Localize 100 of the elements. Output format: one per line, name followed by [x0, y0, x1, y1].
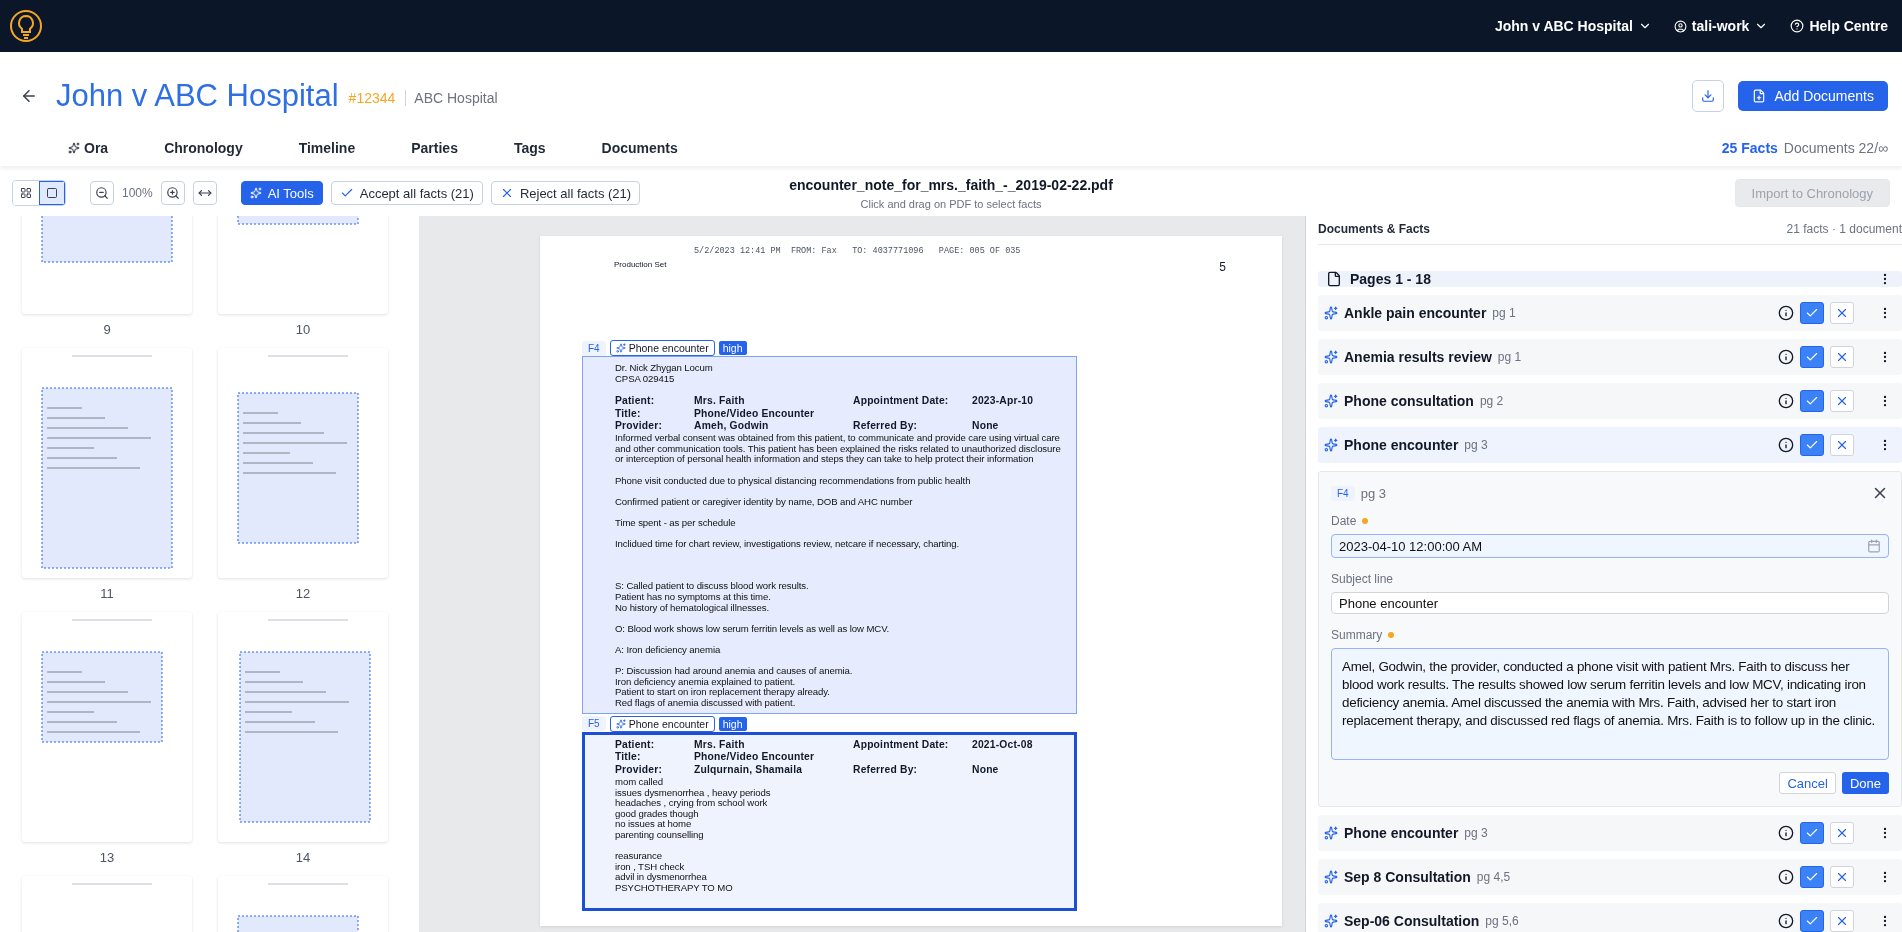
info-icon[interactable] — [1778, 305, 1794, 321]
file-plus-icon — [1752, 89, 1767, 103]
cancel-button[interactable]: Cancel — [1779, 772, 1836, 794]
panel-title: Documents & Facts — [1318, 222, 1431, 236]
fact-row[interactable]: Phone consultation pg 2 — [1318, 383, 1902, 419]
field-label: Patient: — [615, 394, 656, 408]
accept-button[interactable] — [1800, 910, 1824, 932]
add-documents-button[interactable]: Add Documents — [1738, 81, 1888, 111]
fact-label[interactable]: Phone encounter — [609, 715, 715, 732]
sparkle-icon — [1324, 438, 1338, 452]
document-text: Patient has no symptoms at this time. — [615, 592, 772, 603]
accept-button[interactable] — [1800, 346, 1824, 368]
field-value: None — [972, 764, 1000, 777]
nav-tab[interactable]: Timeline — [298, 140, 356, 156]
fact-row[interactable]: Sep 8 Consultation pg 4,5 — [1318, 859, 1902, 895]
done-button[interactable]: Done — [1841, 772, 1889, 794]
help-icon — [1790, 19, 1805, 33]
sparkle-icon — [1324, 306, 1338, 320]
page-reference: pg 1 — [1492, 306, 1517, 320]
logo-icon[interactable] — [8, 8, 44, 44]
single-page-view-button[interactable] — [39, 181, 65, 205]
fact-label[interactable]: Phone encounter — [609, 340, 715, 356]
reject-button[interactable] — [1830, 302, 1854, 324]
reject-button[interactable] — [1830, 434, 1854, 456]
fact-row[interactable]: Ankle pain encounter pg 1 — [1318, 295, 1902, 331]
download-button[interactable] — [1692, 80, 1725, 112]
document-group[interactable]: Pages 1 - 18 — [1318, 271, 1902, 287]
reject-button[interactable] — [1830, 910, 1854, 932]
field-label: Summary — [1331, 628, 1889, 642]
fact-title: Phone encounter — [1344, 825, 1459, 841]
document-text: Iron deficiency anemia explained to patient. — [615, 676, 797, 688]
page-thumbnail[interactable] — [218, 348, 388, 578]
info-icon[interactable] — [1778, 393, 1794, 409]
fact-highlight[interactable] — [582, 731, 1077, 911]
accept-button[interactable] — [1800, 822, 1824, 844]
field-value: Phone/Video Encounter — [694, 751, 816, 765]
nav-tab[interactable]: Tags — [513, 140, 546, 156]
fact-row[interactable]: Phone encounter pg 3 — [1318, 815, 1902, 851]
accept-button[interactable] — [1800, 390, 1824, 412]
nav-tab[interactable]: Documents — [601, 140, 678, 156]
info-icon[interactable] — [1778, 869, 1794, 885]
close-icon — [1835, 870, 1849, 884]
info-icon[interactable] — [1778, 437, 1794, 453]
client-name: ABC Hospital — [405, 90, 498, 106]
case-menu[interactable]: John v ABC Hospital — [1494, 18, 1652, 34]
date-field[interactable]: 2023-04-10 12:00:00 AM — [1331, 534, 1889, 558]
fact-row[interactable]: Anemia results review pg 1 — [1318, 339, 1902, 375]
sparkle-icon — [68, 142, 80, 154]
field-value: Phone/Video Encounter — [694, 407, 816, 421]
zoom-out-button[interactable] — [90, 181, 114, 205]
document-text: mom called — [615, 777, 665, 788]
page-reference: pg 3 — [1464, 826, 1489, 840]
user-menu[interactable]: tali-work — [1673, 18, 1769, 34]
nav-tab[interactable]: Parties — [411, 140, 458, 156]
subject-field[interactable]: Phone encounter — [1331, 592, 1889, 614]
facts-count: 25 Facts — [1721, 140, 1778, 156]
accept-button[interactable] — [1800, 302, 1824, 324]
reject-button[interactable] — [1830, 866, 1854, 888]
document-text: iron , TSH check — [615, 861, 686, 873]
fact-highlight[interactable] — [582, 356, 1077, 714]
fit-width-button[interactable] — [192, 181, 217, 205]
page-thumbnail[interactable] — [22, 612, 192, 842]
page-thumbnail[interactable] — [218, 612, 388, 842]
document-text: No history of hematological illnesses. — [615, 602, 771, 614]
nav-tab[interactable]: Chronology — [164, 140, 243, 156]
field-label: Provider: — [615, 420, 663, 434]
check-icon — [1805, 394, 1819, 408]
fax-header: 5/2/2023 12:41 PM FROM: Fax TO: 4037771096 PAGE: 005 OF 035 — [693, 246, 1022, 256]
document-text: S: Called patient to discuss blood work results. — [615, 581, 810, 593]
accept-button[interactable] — [1800, 434, 1824, 456]
panel-summary: 21 facts · 1 document — [1786, 222, 1902, 236]
fact-id-tag: F4 — [582, 340, 606, 356]
accept-button[interactable] — [1800, 866, 1824, 888]
fact-row[interactable]: Sep-06 Consultation pg 5,6 — [1318, 903, 1902, 932]
document-text: advil in dysmenorrhea — [615, 872, 708, 883]
confidence-badge: high — [718, 716, 747, 731]
info-icon[interactable] — [1778, 913, 1794, 929]
info-icon[interactable] — [1778, 825, 1794, 841]
reject-all-button[interactable]: Reject all facts (21) — [490, 181, 641, 205]
field-value: None — [972, 420, 1000, 434]
document-text: issues dysmenorrhea , heavy periods — [615, 787, 772, 799]
ai-tools-button[interactable]: AI Tools — [240, 181, 323, 205]
field-value: 2023-Apr-10 — [972, 394, 1035, 408]
reject-button[interactable] — [1830, 390, 1854, 412]
reject-button[interactable] — [1830, 822, 1854, 844]
back-icon[interactable] — [20, 87, 38, 105]
info-icon[interactable] — [1778, 349, 1794, 365]
field-label: Subject line — [1331, 572, 1395, 586]
summary-field[interactable]: Amel, Godwin, the provider, conducted a phone visit with patient Mrs. Faith to discuss her blood work results. The results showed low serum ferritin levels and low MCV, indicating iron deficiency anemia. Amel discussed the anemia with Mrs. Faith, advised her to start iron replacement therapy, and discussed red flags of anemia. Mrs. Faith is to follow up in the clinic. — [1331, 648, 1889, 760]
sparkle-icon — [1324, 394, 1338, 408]
zoom-in-button[interactable] — [160, 181, 185, 205]
close-icon — [1835, 306, 1849, 320]
fact-row[interactable]: Phone encounter pg 3 — [1318, 427, 1902, 463]
document-text: Phone visit conducted due to physical distancing recommendations from public health — [615, 475, 972, 487]
page-thumbnail[interactable] — [22, 348, 192, 578]
help-link[interactable]: Help Centre — [1790, 18, 1888, 34]
reject-button[interactable] — [1830, 346, 1854, 368]
accept-all-button[interactable]: Accept all facts (21) — [330, 181, 483, 205]
close-icon — [1835, 350, 1849, 364]
nav-tab[interactable]: Ora — [68, 140, 109, 156]
